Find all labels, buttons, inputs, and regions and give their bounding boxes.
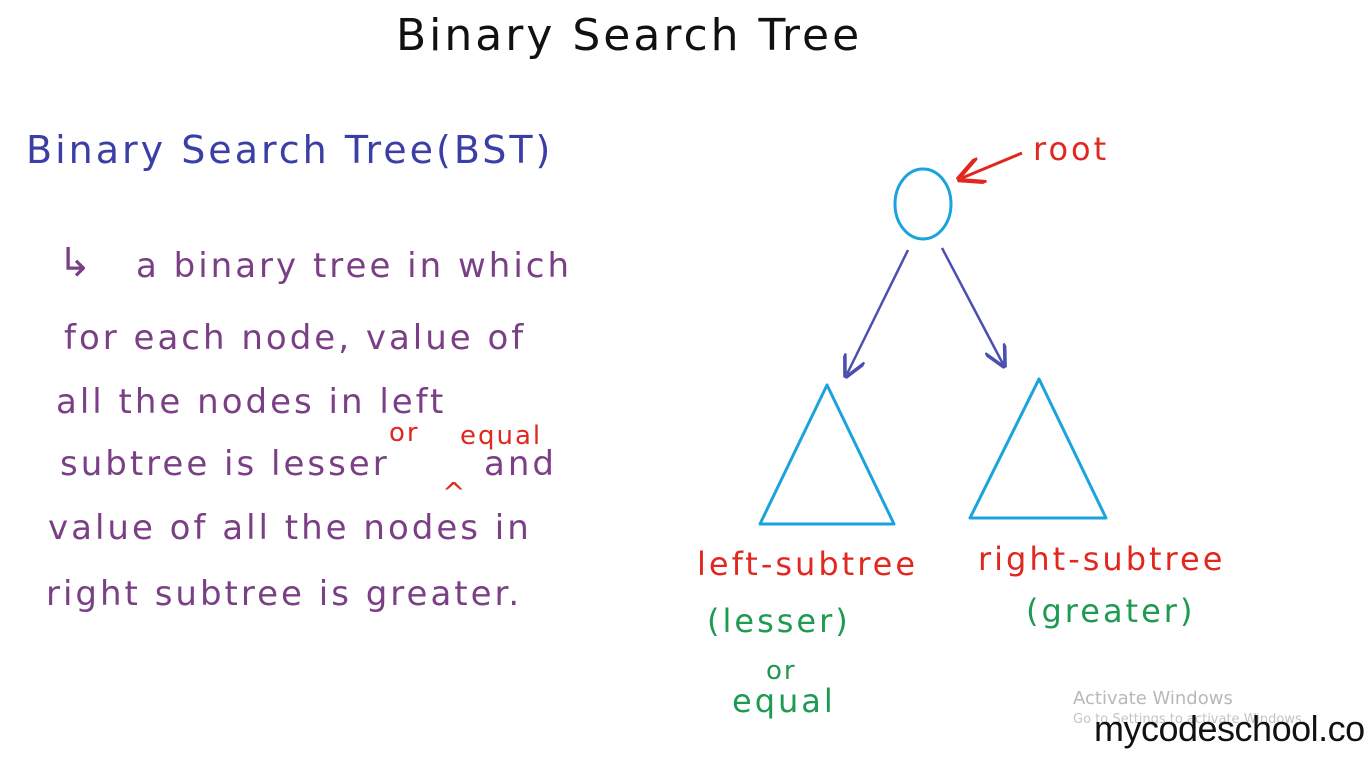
root-node <box>893 167 953 241</box>
bst-diagram <box>758 151 1108 526</box>
root-pointer-arrow <box>962 151 1023 178</box>
left-edge-arrow <box>847 249 910 374</box>
right-subtree-triangle <box>968 377 1108 520</box>
root-label: root <box>1033 130 1110 168</box>
left-subtree-equal: equal <box>732 682 836 720</box>
right-subtree-desc: (greater) <box>1026 592 1196 630</box>
left-subtree-desc: (lesser) <box>707 602 851 640</box>
right-subtree-label: right-subtree <box>978 540 1226 578</box>
activate-windows-title: Activate Windows <box>1073 688 1233 709</box>
right-edge-arrow <box>940 247 1003 364</box>
brand-logo-text: mycodeschool.com <box>1094 708 1366 749</box>
left-subtree-triangle <box>758 383 896 526</box>
left-subtree-label: left-subtree <box>697 545 919 583</box>
